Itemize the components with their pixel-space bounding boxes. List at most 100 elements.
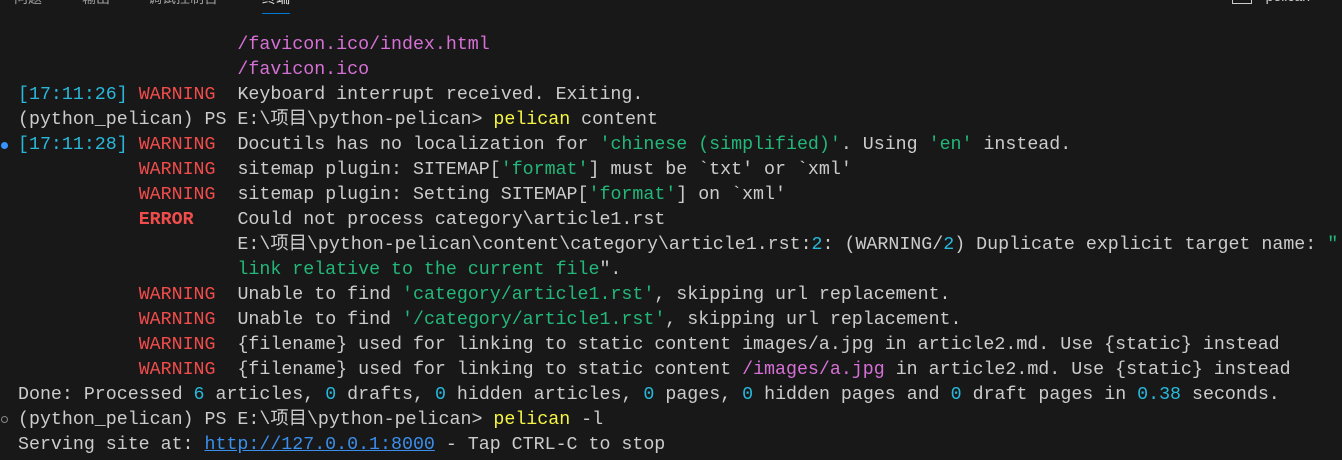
terminal-text: (python_pelican) PS E:\项目\python-pelican… <box>18 110 494 130</box>
terminal-line: /favicon.ico/index.html <box>18 33 1342 58</box>
terminal-text: ". <box>599 260 622 280</box>
terminal-text: [17:11:26] <box>18 85 139 105</box>
terminal-text: [17:11:28] <box>18 135 139 155</box>
terminal-line: WARNING {filename} used for linking to s… <box>18 358 1342 383</box>
terminal-text: hidden pages and <box>753 385 951 405</box>
terminal-text: /images/a.jpg <box>742 360 885 380</box>
terminal-text: 2 <box>811 235 823 255</box>
terminal-text: ] on `xml' <box>676 185 786 205</box>
terminal-text: Unable to find <box>237 285 402 305</box>
terminal-line: WARNING Unable to find 'category/article… <box>18 283 1342 308</box>
terminal-text: WARNING <box>138 85 238 105</box>
terminal-text: 'chinese (simplified)' <box>599 135 841 155</box>
terminal-line: Serving site at: http://127.0.0.1:8000 -… <box>18 433 1342 458</box>
tab-output[interactable]: 输出 <box>82 0 110 8</box>
terminal-line: [17:11:28] WARNING Docutils has no local… <box>18 133 1342 158</box>
terminal-line: Done: Processed 6 articles, 0 drafts, 0 … <box>18 383 1342 408</box>
terminal-text: 'en' <box>928 135 973 155</box>
terminal-text: ] must be `txt' or `xml' <box>588 160 852 180</box>
tab-debug-console[interactable]: 调试控制台 <box>148 0 218 8</box>
terminal-text: Keyboard interrupt received. Exiting. <box>237 85 644 105</box>
terminal-text: {filename} used for linking to static co… <box>237 360 743 380</box>
terminal-text: '/category/article1.rst' <box>402 310 666 330</box>
terminal-text: drafts, <box>336 385 435 405</box>
terminal-text: link relative to the current file <box>237 260 600 280</box>
tab-problems[interactable]: 问题 <box>14 0 42 8</box>
terminal-line: /favicon.ico <box>18 58 1342 83</box>
terminal-line: [17:11:26] WARNING Keyboard interrupt re… <box>18 83 1342 108</box>
terminal-text: WARNING <box>138 360 238 380</box>
terminal-icon <box>1232 0 1252 4</box>
terminal-text: articles, <box>204 385 326 405</box>
terminal-text: 0 <box>434 385 446 405</box>
terminal-line: WARNING sitemap plugin: Setting SITEMAP[… <box>18 183 1342 208</box>
terminal-text: 6 <box>193 385 205 405</box>
terminal-text: 'format' <box>588 185 677 205</box>
terminal-text: pages, <box>654 385 743 405</box>
terminal-name[interactable]: pelican <box>1266 0 1310 4</box>
terminal-text: content <box>570 110 658 130</box>
terminal-text: draft pages in <box>961 385 1138 405</box>
terminal-line: E:\项目\python-pelican\content\category\ar… <box>18 233 1342 258</box>
terminal-text: instead. <box>972 135 1072 155</box>
terminal-text: 2 <box>943 235 955 255</box>
terminal-text: WARNING <box>138 135 238 155</box>
terminal-text: . Using <box>840 135 929 155</box>
terminal-line: WARNING Unable to find '/category/articl… <box>18 308 1342 333</box>
terminal-text: pelican <box>493 110 571 130</box>
terminal-text: sitemap plugin: SITEMAP[ <box>237 160 501 180</box>
terminal-text: " <box>1327 235 1339 255</box>
terminal-text: -l <box>570 410 604 430</box>
terminal-text: pelican <box>493 410 571 430</box>
panel-tabs: 问题 输出 调试控制台 终端 <box>0 0 1342 14</box>
terminal-text: WARNING <box>138 160 238 180</box>
terminal-text: ERROR <box>138 210 238 230</box>
terminal-text: 0.38 <box>1137 385 1182 405</box>
terminal-text: Unable to find <box>237 310 402 330</box>
terminal-line: (python_pelican) PS E:\项目\python-pelican… <box>18 108 1342 133</box>
terminal-line: link relative to the current file". <box>18 258 1342 283</box>
terminal-text: WARNING <box>138 310 238 330</box>
terminal-text: sitemap plugin: Setting SITEMAP[ <box>237 185 589 205</box>
terminal-text: , skipping url replacement. <box>665 310 962 330</box>
terminal-text: {filename} used for linking to static co… <box>237 335 1280 355</box>
terminal-text: Done: Processed <box>18 385 194 405</box>
server-link[interactable]: http://127.0.0.1:8000 <box>205 435 435 455</box>
terminal-text: 'category/article1.rst' <box>402 285 655 305</box>
terminal-text: in article2.md. Use {static} instead <box>884 360 1291 380</box>
terminal-text: seconds. <box>1181 385 1280 405</box>
terminal-text: 0 <box>742 385 754 405</box>
terminal-text: E:\项目\python-pelican\content\category\ar… <box>237 235 812 255</box>
terminal-line: WARNING {filename} used for linking to s… <box>18 333 1342 358</box>
terminal-text: WARNING <box>138 335 238 355</box>
command-decoration-icon[interactable] <box>1 416 8 423</box>
terminal-text: 0 <box>643 385 655 405</box>
terminal-text: WARNING <box>138 185 238 205</box>
terminal-text: /favicon.ico/index.html <box>237 35 490 55</box>
terminal-text: 0 <box>950 385 962 405</box>
terminal-line: WARNING sitemap plugin: SITEMAP['format'… <box>18 158 1342 183</box>
terminal-text: , skipping url replacement. <box>654 285 951 305</box>
terminal-text: ) Duplicate explicit target name: <box>954 235 1328 255</box>
terminal-line: ERROR Could not process category\article… <box>18 208 1342 233</box>
terminal-text: WARNING <box>138 285 238 305</box>
tab-terminal[interactable]: 终端 <box>262 0 290 14</box>
terminal-text: /favicon.ico <box>237 60 370 80</box>
add-terminal-icon[interactable]: + <box>1182 0 1190 4</box>
terminal-output[interactable]: /favicon.ico/index.html /favicon.ico [17:… <box>18 33 1342 458</box>
terminal-text: - Tap CTRL-C to stop <box>434 435 666 455</box>
terminal-text: : (WARNING/ <box>822 235 944 255</box>
terminal-text: Serving site at: <box>18 435 205 455</box>
command-decoration-icon[interactable] <box>1 142 8 149</box>
terminal-line: (python_pelican) PS E:\项目\python-pelican… <box>18 408 1342 433</box>
